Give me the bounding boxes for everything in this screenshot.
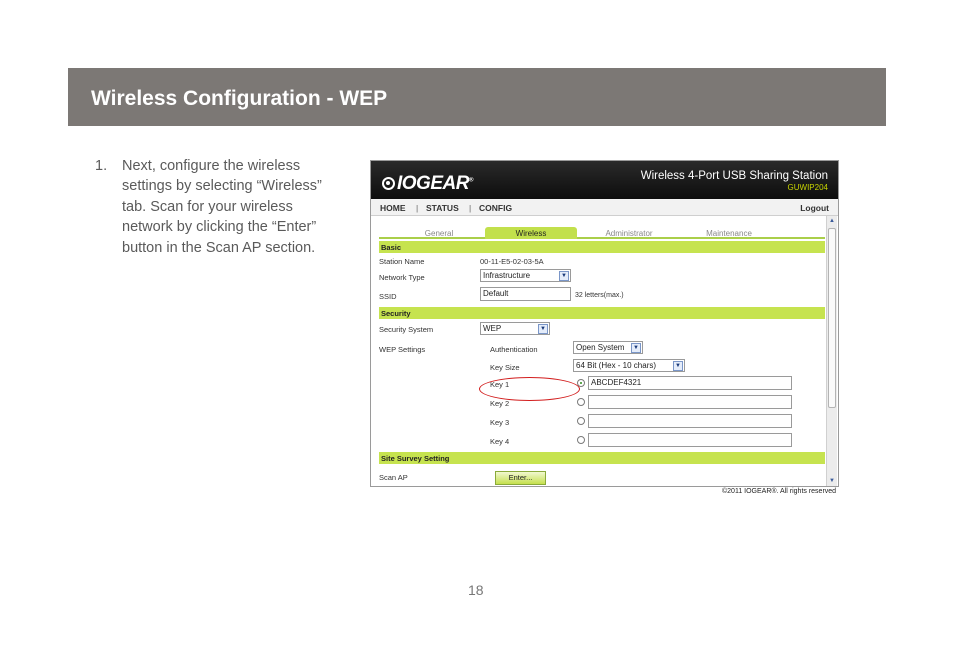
key-2-radio[interactable] [577, 398, 585, 406]
iogear-logo: IOGEAR® [382, 173, 473, 195]
nav-logout[interactable]: Logout [800, 203, 829, 213]
product-model: GUWIP204 [787, 183, 828, 192]
scan-ap-enter-button[interactable]: Enter... [495, 471, 546, 485]
key-size-select[interactable]: 64 Bit (Hex - 10 chars) ▼ [573, 359, 685, 372]
section-security: Security [379, 307, 825, 319]
key-3-radio[interactable] [577, 417, 585, 425]
step-line-3: tab. Scan for your wireless [122, 198, 293, 215]
scrollbar[interactable]: ▲ ▼ [826, 216, 837, 486]
product-info: Wireless 4-Port USB Sharing Station GUWI… [641, 170, 828, 192]
key-2-input[interactable] [588, 395, 792, 409]
section-site-survey: Site Survey Setting [379, 452, 825, 464]
ssid-value: Default [483, 289, 509, 298]
nav-home[interactable]: HOME [380, 203, 406, 213]
logo-mark-icon [382, 177, 395, 190]
section-basic: Basic [379, 241, 825, 253]
scroll-up-icon[interactable]: ▲ [828, 217, 836, 225]
nav-separator: | [416, 203, 419, 213]
key-4-input[interactable] [588, 433, 792, 447]
network-type-value: Infrastructure [483, 271, 531, 280]
key-1-value: ABCDEF4321 [591, 378, 642, 387]
tab-maintenance[interactable]: Maintenance [679, 227, 779, 239]
config-tabs: General Wireless Administrator Maintenan… [379, 223, 825, 239]
nav-status[interactable]: STATUS [426, 203, 459, 213]
step-line-5: button in the Scan AP section. [122, 239, 316, 256]
chevron-down-icon: ▼ [631, 343, 641, 353]
page-header-band: Wireless Configuration - WEP [68, 68, 886, 126]
security-system-select[interactable]: WEP ▼ [480, 322, 550, 335]
brand-text: IOGEAR [397, 173, 469, 194]
ssid-label: SSID [379, 292, 397, 301]
router-config-screenshot: IOGEAR® Wireless 4-Port USB Sharing Stat… [370, 160, 839, 487]
nav-config[interactable]: CONFIG [479, 203, 512, 213]
key-size-value: 64 Bit (Hex - 10 chars) [576, 361, 657, 370]
key-size-label: Key Size [490, 363, 520, 372]
product-name: Wireless 4-Port USB Sharing Station [640, 170, 828, 182]
authentication-value: Open System [576, 343, 625, 352]
key-4-label: Key 4 [490, 437, 510, 446]
brand-registered-mark: ® [468, 177, 473, 184]
step-line-2: settings by selecting “Wireless” [122, 178, 322, 195]
key-4-radio[interactable] [577, 436, 585, 444]
scrollbar-thumb[interactable] [828, 228, 836, 408]
config-content: General Wireless Administrator Maintenan… [379, 219, 825, 485]
router-navbar: HOME | STATUS | CONFIG Logout [371, 199, 838, 216]
station-name-value: 00-11-E5-02-03-5A [480, 257, 544, 266]
nav-separator: | [469, 203, 472, 213]
key-3-input[interactable] [588, 414, 792, 428]
chevron-down-icon: ▼ [538, 324, 548, 334]
step-line-1: Next, configure the wireless [122, 158, 301, 174]
key-1-input[interactable]: ABCDEF4321 [588, 376, 792, 390]
key-3-label: Key 3 [490, 418, 510, 427]
ssid-input[interactable]: Default [480, 287, 571, 301]
wep-settings-label: WEP Settings [379, 345, 426, 354]
tab-administrator[interactable]: Administrator [583, 227, 675, 239]
page-title: Wireless Configuration - WEP [91, 87, 388, 110]
network-type-label: Network Type [379, 273, 425, 282]
security-system-value: WEP [483, 324, 502, 333]
router-topbar: IOGEAR® Wireless 4-Port USB Sharing Stat… [371, 161, 838, 199]
highlight-oval [479, 377, 580, 401]
copyright-notice: ©2011 IOGEAR®. All rights reserved [722, 488, 837, 495]
step-line-4: network by clicking the “Enter” [122, 219, 317, 236]
instructions: 1. Next, configure the wireless settings… [95, 156, 360, 258]
page-number: 18 [468, 582, 484, 598]
scan-ap-label: Scan AP [379, 473, 408, 482]
step-number: 1. [95, 158, 108, 174]
tab-wireless[interactable]: Wireless [485, 227, 577, 239]
key-2-label: Key 2 [490, 399, 510, 408]
chevron-down-icon: ▼ [559, 271, 569, 281]
security-system-label: Security System [379, 325, 434, 334]
scroll-down-icon[interactable]: ▼ [828, 477, 836, 485]
authentication-label: Authentication [490, 345, 538, 354]
ssid-hint: 32 letters(max.) [575, 292, 624, 299]
network-type-select[interactable]: Infrastructure ▼ [480, 269, 571, 282]
tab-general[interactable]: General [399, 227, 479, 239]
chevron-down-icon: ▼ [673, 361, 683, 371]
authentication-select[interactable]: Open System ▼ [573, 341, 643, 354]
station-name-label: Station Name [379, 257, 425, 266]
